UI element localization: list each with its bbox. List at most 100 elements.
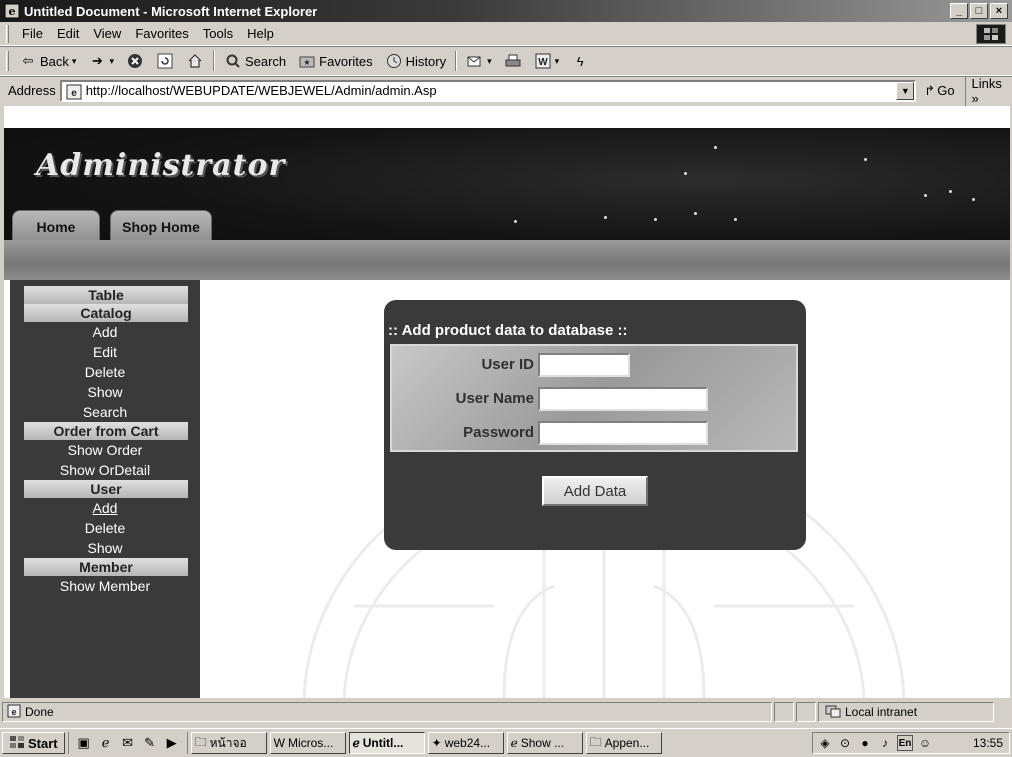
task-appen[interactable]: 🗀 Appen... — [585, 732, 662, 754]
links-button[interactable]: Links » — [964, 75, 1012, 106]
lightning-icon: ϟ — [576, 53, 584, 69]
page-done-icon: e — [7, 704, 21, 721]
window-title: Untitled Document - Microsoft Internet E… — [24, 3, 318, 19]
channels-quicklaunch-icon[interactable]: ✎ — [141, 734, 159, 752]
nav-catalog-delete[interactable]: Delete — [10, 362, 200, 382]
ie-quicklaunch-icon[interactable]: ℯ — [97, 734, 115, 752]
status-bar: e Done Local intranet — [0, 700, 1012, 724]
history-button[interactable]: History — [379, 49, 452, 73]
nav-user-show[interactable]: Show — [10, 538, 200, 558]
address-dropdown-button[interactable]: ▼ — [896, 81, 915, 100]
chevron-down-icon: ▾ — [487, 55, 492, 66]
task-web24[interactable]: ✦ web24... — [427, 732, 504, 754]
links-label: Links — [971, 75, 1002, 91]
user-name-field[interactable] — [538, 387, 708, 411]
stop-button[interactable] — [120, 49, 150, 73]
menu-view[interactable]: View — [86, 26, 128, 41]
user-id-field[interactable] — [538, 353, 630, 377]
nav-catalog-edit[interactable]: Edit — [10, 342, 200, 362]
menu-tools[interactable]: Tools — [196, 26, 240, 41]
status-main: e Done — [2, 702, 772, 722]
outlook-quicklaunch-icon[interactable]: ✉ — [119, 734, 137, 752]
address-input[interactable]: e http://localhost/WEBUPDATE/WEBJEWEL/Ad… — [59, 79, 917, 103]
svg-text:e: e — [11, 707, 16, 717]
toolbar-grip[interactable] — [6, 51, 9, 71]
password-field[interactable] — [538, 421, 708, 445]
show-desktop-icon[interactable]: ▣ — [75, 734, 93, 752]
favorites-button[interactable]: ★ Favorites — [292, 49, 378, 73]
window-title-bar[interactable]: e Untitled Document - Microsoft Internet… — [0, 0, 1012, 22]
search-button[interactable]: Search — [218, 49, 292, 73]
svg-text:e: e — [71, 88, 77, 99]
close-button[interactable]: × — [990, 3, 1008, 19]
menu-edit[interactable]: Edit — [50, 26, 86, 41]
forward-arrow-icon: ➔ — [91, 53, 103, 68]
task-label: Appen... — [604, 736, 650, 750]
volume-tray-icon[interactable]: ♪ — [877, 735, 893, 751]
chevron-down-icon: ▾ — [71, 55, 77, 66]
task-show[interactable]: ℯ Show ... — [506, 732, 583, 754]
add-user-panel: :: Add product data to database :: User … — [384, 300, 806, 550]
add-data-button[interactable]: Add Data — [542, 476, 648, 506]
nav-header-table: Table — [24, 286, 188, 304]
back-arrow-icon: ⇦ — [22, 53, 34, 68]
app-tray-icon[interactable]: ● — [857, 735, 873, 751]
toolbar-separator — [212, 51, 215, 71]
mail-button[interactable]: ▾ — [460, 49, 498, 73]
task-ie-untitled[interactable]: ℯ Untitl... — [348, 732, 425, 754]
forward-button[interactable]: ➔ ▾ — [82, 49, 120, 73]
chevron-down-icon: ▾ — [554, 55, 560, 66]
nav-header-catalog: Catalog — [24, 304, 188, 322]
tab-home[interactable]: Home — [12, 210, 100, 242]
antivirus-tray-icon[interactable]: ◈ — [817, 735, 833, 751]
media-quicklaunch-icon[interactable]: ▶ — [163, 734, 181, 752]
language-indicator[interactable]: En — [897, 735, 913, 751]
task-label: Untitl... — [362, 736, 404, 750]
nav-show-member[interactable]: Show Member — [10, 576, 200, 596]
menu-help[interactable]: Help — [240, 26, 281, 41]
frontpage-icon: ✦ — [431, 736, 442, 750]
page-icon: e — [66, 84, 82, 103]
back-label: Back — [40, 53, 69, 69]
nav-header-member: Member — [24, 558, 188, 576]
home-button[interactable] — [180, 49, 210, 73]
menu-file[interactable]: File — [15, 26, 50, 41]
user-form: User ID User Name Password — [390, 344, 798, 452]
clock: 13:55 — [972, 736, 1003, 750]
discuss-button[interactable]: ϟ — [565, 49, 595, 73]
status-cell-progress — [774, 702, 794, 722]
edit-word-button[interactable]: W ▾ — [528, 49, 566, 73]
windows-taskbar: Start ▣ ℯ ✉ ✎ ▶ 🗀 หน้าจอ W Micros... ℯ Unti… — [0, 728, 1012, 757]
tab-shop-home[interactable]: Shop Home — [110, 210, 212, 242]
form-row-user-name: User Name — [392, 386, 800, 412]
maximize-button[interactable]: □ — [970, 3, 988, 19]
nav-user-delete[interactable]: Delete — [10, 518, 200, 538]
favorites-folder-icon: ★ — [298, 52, 316, 70]
menu-favorites[interactable]: Favorites — [128, 26, 195, 41]
start-button[interactable]: Start — [2, 732, 65, 754]
svg-text:W: W — [538, 57, 548, 68]
nav-catalog-show[interactable]: Show — [10, 382, 200, 402]
back-button[interactable]: ⇦ Back ▾ — [13, 49, 82, 73]
task-label: Micros... — [287, 736, 334, 750]
menu-grip[interactable] — [6, 24, 9, 43]
task-word[interactable]: W Micros... — [269, 732, 346, 754]
network-tray-icon[interactable]: ⊙ — [837, 735, 853, 751]
minimize-button[interactable]: _ — [950, 3, 968, 19]
task-folder-thai[interactable]: 🗀 หน้าจอ — [190, 732, 267, 754]
nav-show-order[interactable]: Show Order — [10, 440, 200, 460]
print-button[interactable] — [498, 49, 528, 73]
nav-catalog-add[interactable]: Add — [10, 322, 200, 342]
search-label: Search — [244, 53, 287, 69]
nav-catalog-search[interactable]: Search — [10, 402, 200, 422]
nav-show-ordetail[interactable]: Show OrDetail — [10, 460, 200, 480]
history-label: History — [405, 53, 447, 69]
nav-header-user: User — [24, 480, 188, 498]
ie-app-icon: e — [4, 3, 20, 19]
nav-user-add[interactable]: Add — [10, 498, 200, 518]
password-label: Password — [463, 424, 534, 441]
messenger-tray-icon[interactable]: ☺ — [917, 735, 933, 751]
task-label: Show ... — [520, 736, 565, 750]
refresh-button[interactable] — [150, 49, 180, 73]
go-button[interactable]: ↱ Go — [924, 83, 954, 99]
